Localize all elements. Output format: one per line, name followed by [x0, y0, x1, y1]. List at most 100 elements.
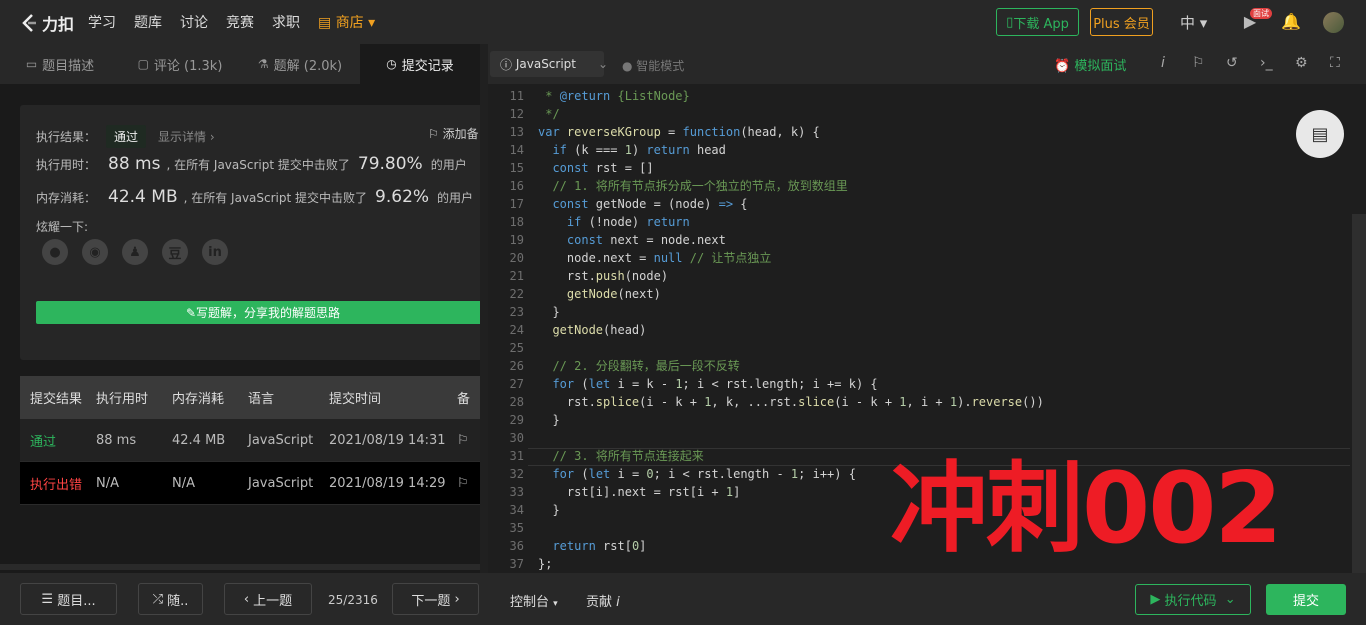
code-line[interactable]: rst.push(node)	[538, 267, 668, 285]
prev-button[interactable]: ‹ 上一题	[224, 583, 312, 615]
horizontal-scrollbar[interactable]	[0, 564, 480, 570]
run-code-button[interactable]: ▶ 执行代码 ⌄	[1135, 584, 1251, 615]
code-line[interactable]: const next = node.next	[538, 231, 726, 249]
share-label: 炫耀一下:	[36, 220, 89, 234]
weibo-icon[interactable]: ◉	[82, 239, 108, 265]
submissions-table: 提交结果 执行用时 内存消耗 语言 提交时间 备 通过 88 ms 42.4 M…	[20, 376, 480, 505]
bell-icon[interactable]: 🔔	[1281, 12, 1301, 32]
code-line[interactable]: const rst = []	[538, 159, 653, 177]
chevron-right-icon: ›	[454, 591, 460, 607]
problem-list-button[interactable]: ☰ 题目...	[20, 583, 117, 615]
nav-learn[interactable]: 学习	[88, 12, 116, 32]
language-switch[interactable]: 中 ▾	[1180, 12, 1207, 33]
code-line[interactable]: // 1. 将所有节点拆分成一个独立的节点，放到数组里	[538, 177, 847, 195]
flag-icon[interactable]: ⚐	[457, 476, 477, 491]
shop-icon: ▤	[318, 15, 336, 31]
flag-icon[interactable]: ⚐	[1192, 55, 1205, 71]
code-line[interactable]: }	[538, 303, 559, 321]
gear-icon[interactable]: ⚙	[1295, 55, 1308, 71]
line-number: 30	[509, 431, 524, 445]
line-number: 26	[509, 359, 524, 373]
vertical-scrollbar[interactable]	[1352, 214, 1366, 573]
code-line[interactable]: }	[538, 411, 559, 429]
table-row[interactable]: 执行出错 N/A N/A JavaScript 2021/08/19 14:29…	[20, 462, 480, 505]
terminal-icon[interactable]: ›_	[1260, 55, 1273, 71]
console-toggle[interactable]: 控制台 ▾	[510, 591, 558, 610]
nav-jobs[interactable]: 求职	[272, 12, 300, 32]
panel-resizer[interactable]	[480, 44, 488, 573]
contribute-button[interactable]: 贡献 i	[586, 591, 620, 610]
comment-icon: ▢	[137, 57, 149, 71]
code-line[interactable]: for (let i = 0; i < rst.length - 1; i++)…	[538, 465, 856, 483]
line-number: 12	[509, 107, 524, 121]
plus-member-button[interactable]: Plus 会员	[1090, 8, 1153, 36]
random-button[interactable]: ⤮ 随..	[138, 583, 203, 615]
reset-icon[interactable]: ↺	[1226, 55, 1238, 71]
wechat-icon[interactable]: ●	[42, 239, 68, 265]
table-row[interactable]: 通过 88 ms 42.4 MB JavaScript 2021/08/19 1…	[20, 419, 480, 462]
write-solution-button[interactable]: ✎ 写题解，分享我的解题思路	[36, 301, 490, 324]
line-number: 35	[509, 521, 524, 535]
code-line[interactable]: }	[538, 501, 559, 519]
code-line[interactable]: var reverseKGroup = function(head, k) {	[538, 123, 820, 141]
download-app-button[interactable]: ▯ 下载 App	[996, 8, 1079, 36]
nav-discuss[interactable]: 讨论	[180, 12, 208, 32]
phone-icon: ▯	[1006, 14, 1014, 30]
qq-icon[interactable]: ♟	[122, 239, 148, 265]
chevron-left-icon: ‹	[243, 591, 250, 607]
info-italic-icon[interactable]: i	[1161, 55, 1165, 71]
code-line[interactable]: if (!node) return	[538, 213, 690, 231]
nav-shop[interactable]: ▤ 商店 ▾	[318, 12, 375, 32]
tab-solutions[interactable]: ⚗ 题解 (2.0k)	[240, 44, 360, 84]
runtime-row: 执行用时： 88 ms , 在所有 JavaScript 提交中击败了 79.8…	[36, 154, 467, 174]
line-number: 32	[509, 467, 524, 481]
code-line[interactable]: rst[i].next = rst[i + 1]	[538, 483, 740, 501]
code-line[interactable]: * @return {ListNode}	[538, 87, 690, 105]
code-line[interactable]: for (let i = k - 1; i < rst.length; i +=…	[538, 375, 877, 393]
page-indicator: 25/2316	[328, 593, 378, 607]
linkedin-icon[interactable]: in	[202, 239, 228, 265]
nav-problems[interactable]: 题库	[134, 12, 162, 32]
code-line[interactable]: // 2. 分段翻转，最后一段不反转	[538, 357, 739, 375]
line-number: 37	[509, 557, 524, 571]
add-note-button[interactable]: ⚐ 添加备	[428, 125, 479, 142]
smart-mode-toggle[interactable]: ● 智能模式	[622, 57, 684, 74]
douban-icon[interactable]: 豆	[162, 239, 188, 265]
show-detail-link[interactable]: 显示详情 ›	[158, 128, 215, 145]
code-line[interactable]: */	[538, 105, 559, 123]
nav-contest[interactable]: 竞赛	[226, 12, 254, 32]
result-panel: 执行结果： 通过 显示详情 › ⚐ 添加备 执行用时： 88 ms , 在所有 …	[20, 105, 490, 360]
leetcode-logo[interactable]: 力扣	[20, 11, 74, 35]
code-line[interactable]: getNode(next)	[538, 285, 661, 303]
code-line[interactable]: };	[538, 555, 552, 573]
submission-result[interactable]: 执行出错	[20, 474, 96, 493]
problem-tabs: ▭ 题目描述 ▢ 评论 (1.3k) ⚗ 题解 (2.0k) ◷ 提交记录	[0, 44, 480, 84]
code-line[interactable]: if (k === 1) return head	[538, 141, 725, 159]
mock-interview-button[interactable]: ⏰ 模拟面试	[1054, 55, 1126, 74]
submission-result[interactable]: 通过	[20, 431, 96, 450]
code-line[interactable]: node.next = null // 让节点独立	[538, 249, 772, 267]
avatar[interactable]	[1323, 12, 1344, 33]
line-number: 20	[509, 251, 524, 265]
tab-comments[interactable]: ▢ 评论 (1.3k)	[120, 44, 240, 84]
code-line[interactable]: return rst[0]	[538, 537, 646, 555]
fullscreen-icon[interactable]: ⛶	[1330, 55, 1340, 71]
shuffle-icon: ⤮	[152, 591, 163, 607]
runtime-value: 88 ms	[108, 154, 161, 174]
tab-description[interactable]: ▭ 题目描述	[0, 44, 120, 84]
code-line[interactable]: const getNode = (node) => {	[538, 195, 747, 213]
left-panel: ▭ 题目描述 ▢ 评论 (1.3k) ⚗ 题解 (2.0k) ◷ 提交记录 执行结果： …	[0, 44, 490, 573]
runtime-percent: 79.80%	[357, 154, 423, 174]
code-line[interactable]: getNode(head)	[538, 321, 646, 339]
submit-button[interactable]: 提交	[1266, 584, 1346, 615]
result-row: 执行结果： 通过 显示详情 ›	[36, 125, 215, 148]
next-button[interactable]: 下一题 ›	[392, 583, 479, 615]
line-number: 13	[509, 125, 524, 139]
line-number: 28	[509, 395, 524, 409]
language-select[interactable]: ⓘ JavaScript ⌄	[490, 51, 608, 77]
code-line[interactable]: // 3. 将所有节点连接起来	[538, 447, 703, 465]
tab-submissions[interactable]: ◷ 提交记录	[360, 44, 480, 84]
notebook-icon[interactable]: ▤	[1296, 110, 1344, 158]
flag-icon[interactable]: ⚐	[457, 433, 477, 448]
code-line[interactable]: rst.splice(i - k + 1, k, ...rst.slice(i …	[538, 393, 1044, 411]
